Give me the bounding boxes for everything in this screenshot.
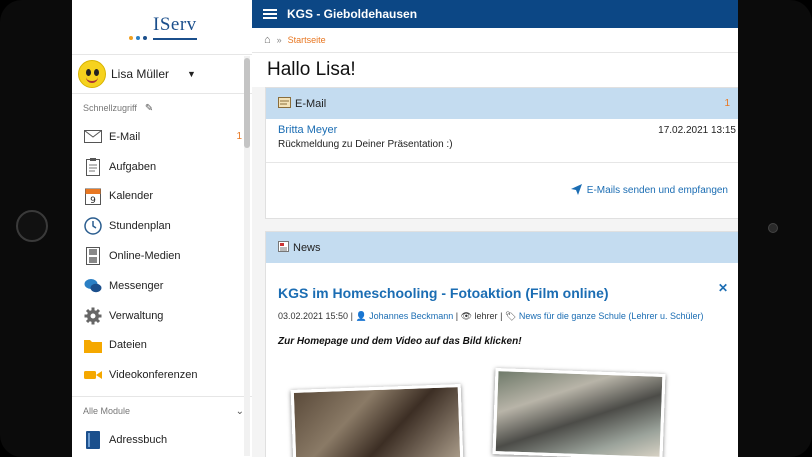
school-title: KGS - Gieboldehausen	[287, 7, 418, 21]
email-count-badge: 1	[724, 98, 730, 109]
sidebar-item-verwaltung[interactable]: Verwaltung	[72, 301, 252, 331]
sidebar-item-aufgaben[interactable]: Aufgaben	[72, 152, 252, 182]
news-category[interactable]: News für die ganze Schule (Lehrer u. Sch…	[519, 311, 704, 321]
sidebar-item-stundenplan[interactable]: Stundenplan	[72, 211, 252, 241]
unread-badge: 1	[236, 131, 242, 143]
sidebar-item-messenger[interactable]: Messenger	[72, 271, 252, 301]
news-description: Zur Homepage und dem Video auf das Bild …	[278, 336, 522, 347]
news-author[interactable]: Johannes Beckmann	[369, 311, 453, 321]
breadcrumb-separator: »	[276, 35, 282, 45]
tag-icon: 🏷	[504, 311, 517, 321]
user-icon: 👤	[355, 311, 367, 321]
email-list-item[interactable]: Britta Meyer 17.02.2021 13:15 Rückmeldun…	[266, 119, 738, 162]
user-menu[interactable]: Lisa Müller ▼	[72, 55, 252, 94]
news-role: lehrer	[474, 311, 498, 321]
email-panel-title: E-Mail	[295, 97, 327, 110]
top-bar: KGS - Gieboldehausen	[252, 0, 738, 28]
sidebar-item-label: Videokonferenzen	[109, 369, 198, 382]
news-article: KGS im Homeschooling - Fotoaktion (Film …	[266, 263, 738, 457]
quick-access-label: Schnellzugriff	[83, 103, 137, 113]
tablet-frame: IServ Lisa Müller ▼ Schnellzugriff ✎ E-M…	[0, 0, 812, 457]
sidebar-item-kalender[interactable]: 9 Kalender	[72, 182, 252, 212]
eye-icon: 👁	[460, 311, 473, 321]
news-photo-left[interactable]	[290, 384, 464, 457]
news-article-title[interactable]: KGS im Homeschooling - Fotoaktion (Film …	[278, 285, 738, 301]
home-button	[16, 210, 48, 242]
sidebar-item-dateien[interactable]: Dateien	[72, 331, 252, 361]
sidebar-item-email[interactable]: E-Mail 1	[72, 122, 252, 152]
sidebar-item-adressbuch[interactable]: Adressbuch	[72, 425, 252, 455]
email-panel-footer: E-Mails senden und empfangen	[266, 162, 738, 218]
email-panel: E-Mail 1 Britta Meyer 17.02.2021 13:15 R…	[265, 87, 738, 219]
calendar-icon: 9	[83, 186, 103, 206]
clipboard-icon	[83, 157, 103, 177]
sidebar-item-online-medien[interactable]: Online-Medien	[72, 241, 252, 271]
screen: IServ Lisa Müller ▼ Schnellzugriff ✎ E-M…	[72, 0, 738, 457]
breadcrumb-current[interactable]: Startseite	[288, 35, 326, 45]
all-modules-header[interactable]: Alle Module ⌄	[72, 396, 252, 425]
video-camera-icon	[83, 365, 103, 385]
chevron-down-icon: ⌄	[235, 405, 244, 417]
envelope-icon	[83, 127, 103, 147]
svg-text:9: 9	[90, 196, 96, 205]
mailbox-icon	[278, 96, 291, 111]
sidebar-item-label: Dateien	[109, 339, 147, 352]
chat-icon	[83, 276, 103, 296]
pencil-icon[interactable]: ✎	[145, 103, 153, 114]
news-panel-header: News	[266, 232, 738, 263]
email-date: 17.02.2021 13:15	[658, 125, 736, 136]
email-panel-header: E-Mail 1	[266, 88, 738, 119]
sidebar-item-label: E-Mail	[109, 130, 141, 143]
news-date: 03.02.2021 15:50	[278, 311, 349, 321]
sidebar-item-label: Adressbuch	[109, 434, 168, 447]
logo-dot	[136, 36, 140, 40]
caret-down-icon: ▼	[187, 69, 196, 79]
news-panel-title: News	[293, 241, 321, 254]
sidebar-item-label: Verwaltung	[109, 309, 164, 322]
news-photo-right[interactable]	[492, 368, 666, 457]
avatar	[78, 60, 106, 88]
clock-icon	[83, 216, 103, 236]
home-icon[interactable]: ⌂	[264, 34, 271, 46]
film-icon	[83, 246, 103, 266]
close-icon[interactable]: ✕	[718, 281, 728, 295]
sidebar-item-label: Stundenplan	[109, 220, 171, 233]
news-panel: News KGS im Homeschooling - Fotoaktion (…	[265, 231, 738, 457]
send-receive-link[interactable]: E-Mails senden und empfangen	[570, 183, 728, 198]
main-content: KGS - Gieboldehausen ⌂ » Startseite Hall…	[252, 0, 738, 457]
all-modules-label: Alle Module	[83, 406, 131, 417]
gear-icon	[83, 306, 103, 326]
logo-dot	[143, 36, 147, 40]
hamburger-menu-icon[interactable]	[263, 7, 277, 21]
newspaper-icon	[278, 240, 289, 255]
logo[interactable]: IServ	[72, 0, 252, 55]
paper-plane-icon	[570, 183, 582, 198]
sidebar-item-videokonferenzen[interactable]: Videokonferenzen	[72, 360, 252, 390]
address-book-icon	[83, 430, 103, 450]
sidebar-item-label: Kalender	[109, 190, 154, 203]
camera-lens	[768, 223, 778, 233]
news-article-meta: 03.02.2021 15:50 | 👤 Johannes Beckmann |…	[278, 311, 738, 322]
sidebar-item-label: Messenger	[109, 279, 164, 292]
logo-dot	[129, 36, 133, 40]
logo-underline	[153, 38, 197, 40]
logo-text: IServ	[153, 14, 197, 35]
quick-access-header: Schnellzugriff ✎	[72, 94, 252, 122]
sidebar: IServ Lisa Müller ▼ Schnellzugriff ✎ E-M…	[72, 0, 253, 457]
sidebar-item-label: Online-Medien	[109, 250, 181, 263]
sidebar-item-label: Aufgaben	[109, 160, 157, 173]
user-name: Lisa Müller	[111, 67, 170, 81]
send-receive-label: E-Mails senden und empfangen	[586, 185, 728, 196]
folder-icon	[83, 335, 103, 355]
email-subject[interactable]: Rückmeldung zu Deiner Präsentation :)	[278, 139, 738, 150]
sidebar-scrollbar-thumb[interactable]	[244, 58, 250, 148]
breadcrumb: ⌂ » Startseite	[252, 28, 738, 53]
page-title: Hallo Lisa!	[252, 53, 738, 87]
